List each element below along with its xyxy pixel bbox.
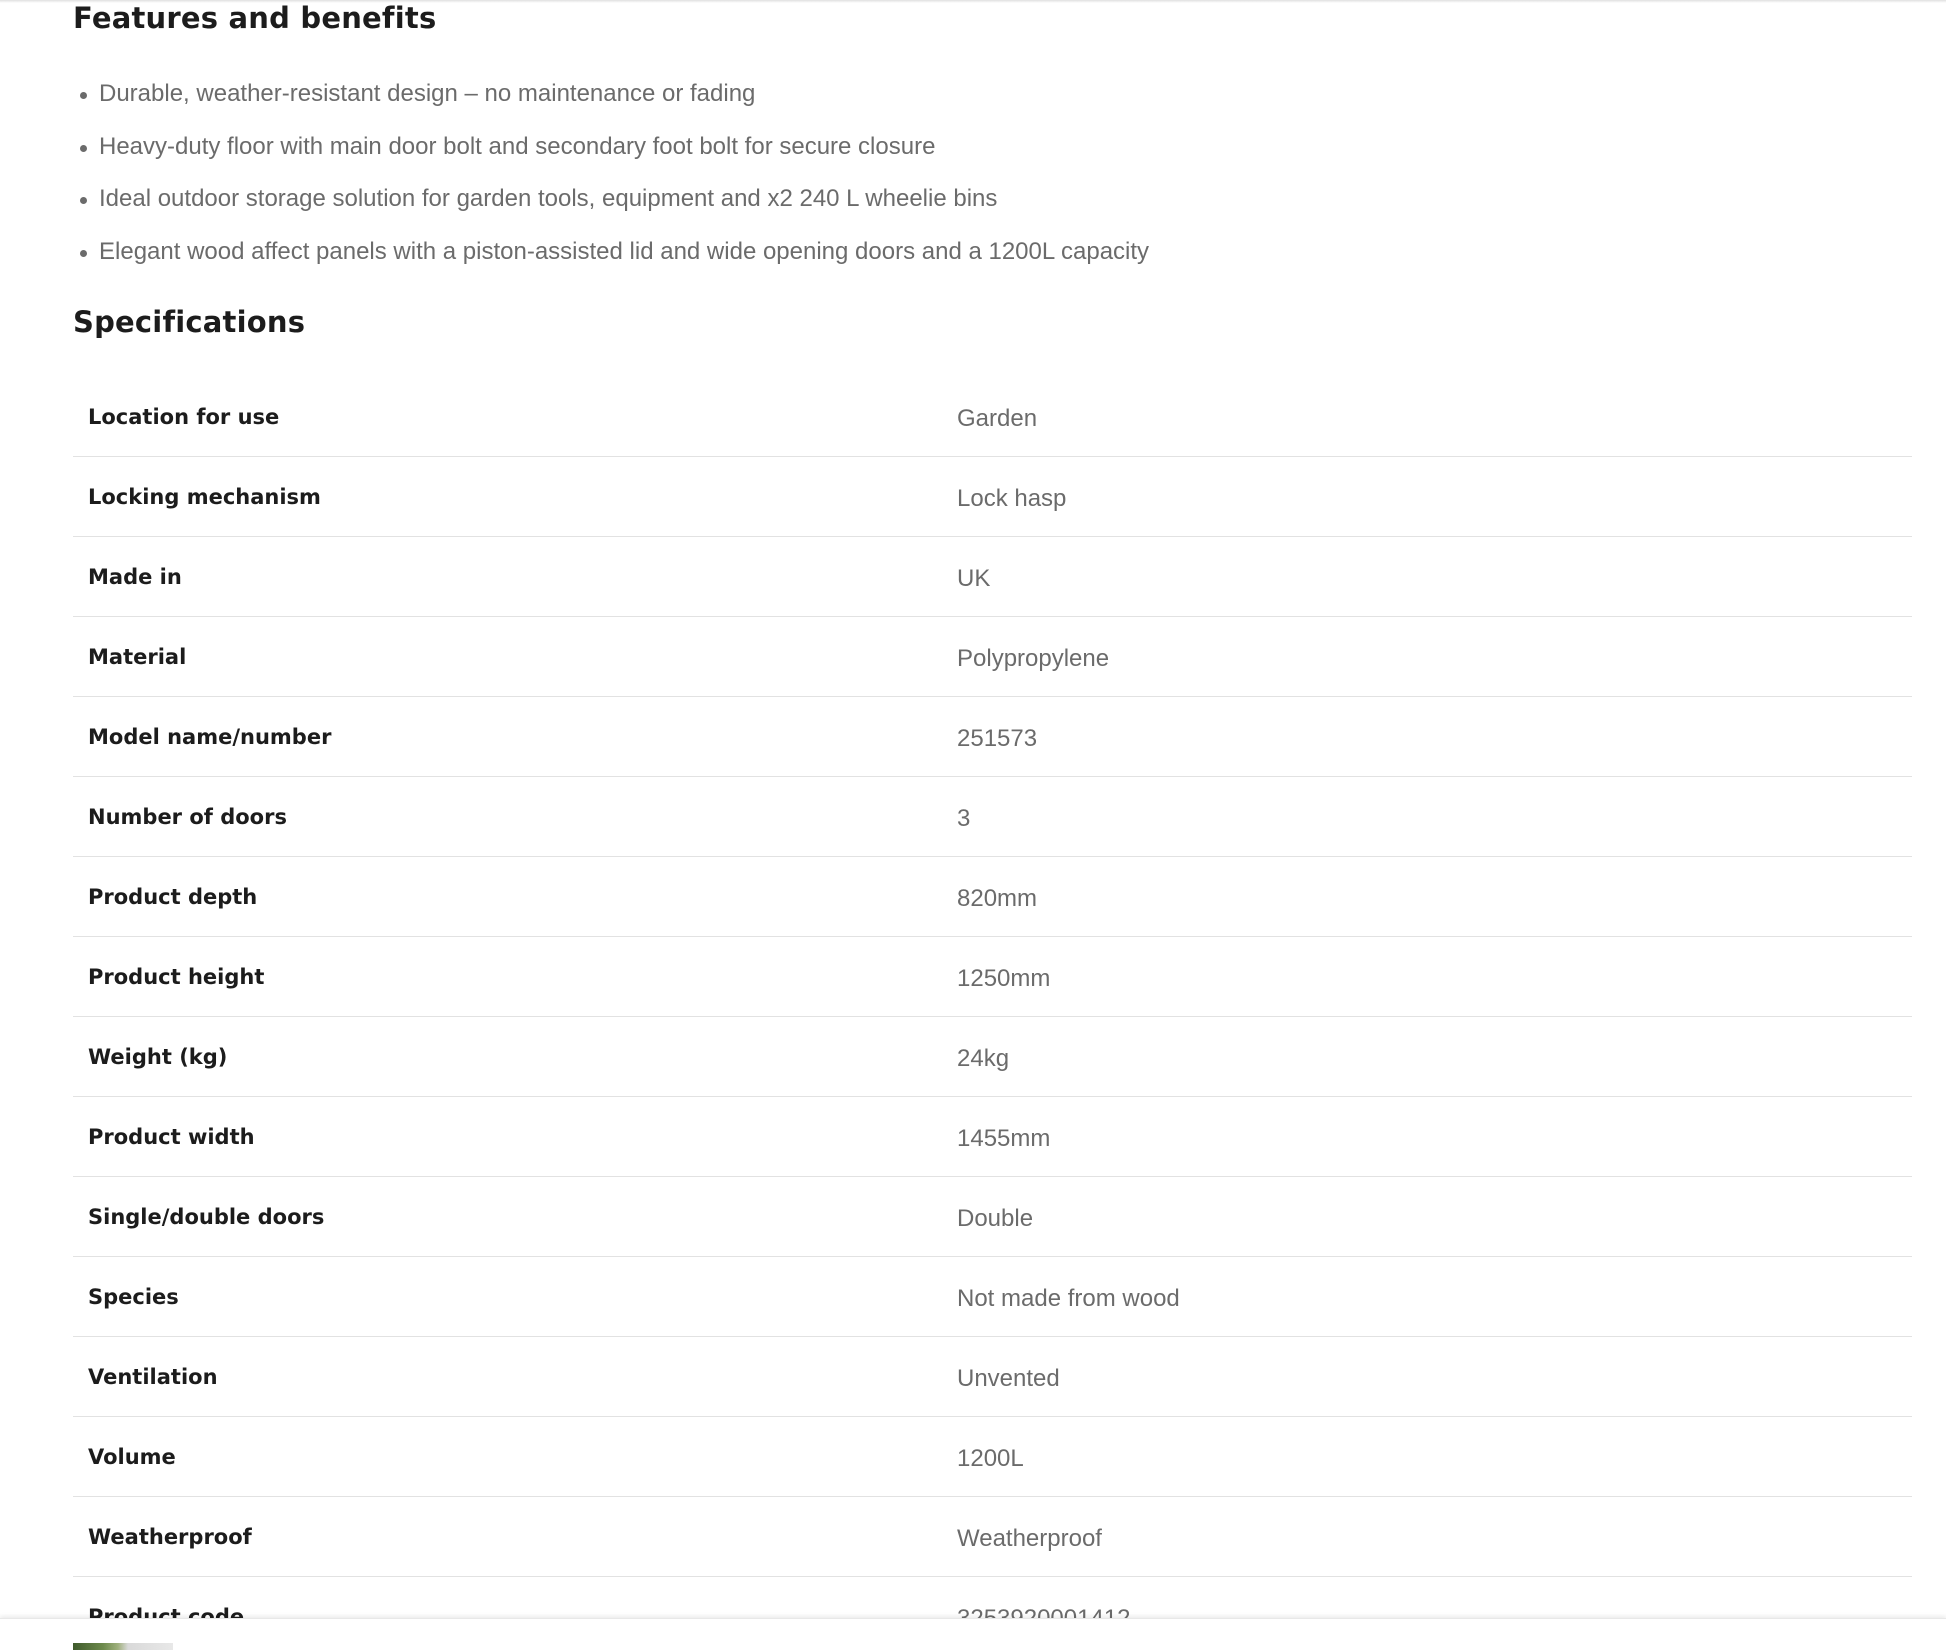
spec-value: 1200L: [957, 1445, 1024, 1472]
spec-value: Not made from wood: [957, 1285, 1180, 1312]
spec-label: Product depth: [88, 885, 258, 909]
spec-value: Unvented: [957, 1365, 1060, 1392]
spec-row: Model name/number 251573: [73, 697, 1912, 777]
spec-value: 3: [957, 805, 971, 832]
specifications-table: Location for use Garden Locking mechanis…: [73, 377, 1912, 1650]
spec-label: Volume: [88, 1445, 176, 1469]
spec-row: Product height 1250mm: [73, 937, 1912, 1017]
spec-value: Polypropylene: [957, 645, 1110, 672]
spec-value: Double: [957, 1205, 1034, 1232]
spec-label: Product height: [88, 965, 265, 989]
specifications-heading: Specifications: [73, 305, 306, 339]
spec-row: Made in UK: [73, 537, 1912, 617]
spec-row: Species Not made from wood: [73, 1257, 1912, 1337]
spec-value: Garden: [957, 405, 1038, 432]
spec-row: Single/double doors Double: [73, 1177, 1912, 1257]
spec-row: Locking mechanism Lock hasp: [73, 457, 1912, 537]
spec-row: Ventilation Unvented: [73, 1337, 1912, 1417]
spec-label: Material: [88, 645, 187, 669]
spec-value: 1455mm: [957, 1125, 1051, 1152]
spec-value: 820mm: [957, 885, 1038, 912]
spec-label: Location for use: [88, 405, 280, 429]
spec-value: 251573: [957, 725, 1038, 752]
spec-row: Product depth 820mm: [73, 857, 1912, 937]
features-list: Durable, weather-resistant design – no m…: [73, 72, 1149, 282]
spec-label: Number of doors: [88, 805, 287, 829]
spec-row: Volume 1200L: [73, 1417, 1912, 1497]
spec-label: Weight (kg): [88, 1045, 228, 1069]
spec-row: Number of doors 3: [73, 777, 1912, 857]
spec-label: Weatherproof: [88, 1525, 252, 1549]
sticky-product-bar: [0, 1618, 1946, 1650]
spec-value: 24kg: [957, 1045, 1010, 1072]
spec-label: Ventilation: [88, 1365, 218, 1389]
spec-value: 1250mm: [957, 965, 1051, 992]
spec-label: Locking mechanism: [88, 485, 321, 509]
spec-label: Product width: [88, 1125, 255, 1149]
spec-value: Lock hasp: [957, 485, 1067, 512]
spec-value: Weatherproof: [957, 1525, 1102, 1552]
spec-row: Weight (kg) 24kg: [73, 1017, 1912, 1097]
spec-label: Single/double doors: [88, 1205, 325, 1229]
product-thumbnail[interactable]: [73, 1643, 173, 1650]
spec-label: Species: [88, 1285, 179, 1309]
feature-item: Ideal outdoor storage solution for garde…: [73, 177, 1149, 230]
features-heading: Features and benefits: [73, 1, 437, 35]
spec-row: Product width 1455mm: [73, 1097, 1912, 1177]
feature-item: Durable, weather-resistant design – no m…: [73, 72, 1149, 125]
spec-row: Material Polypropylene: [73, 617, 1912, 697]
spec-value: UK: [957, 565, 991, 592]
spec-label: Made in: [88, 565, 182, 589]
feature-item: Heavy-duty floor with main door bolt and…: [73, 125, 1149, 178]
spec-row: Location for use Garden: [73, 377, 1912, 457]
feature-item: Elegant wood affect panels with a piston…: [73, 230, 1149, 283]
spec-row: Weatherproof Weatherproof: [73, 1497, 1912, 1577]
spec-label: Model name/number: [88, 725, 332, 749]
